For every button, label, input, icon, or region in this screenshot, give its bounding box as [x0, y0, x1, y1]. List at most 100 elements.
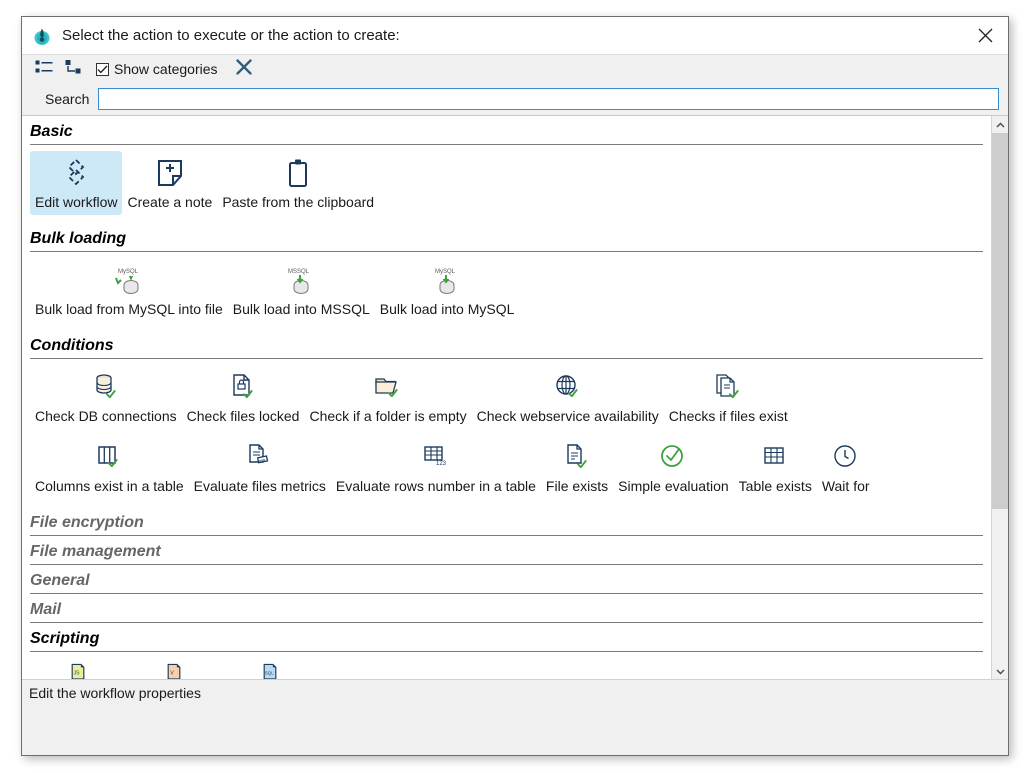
category-header[interactable]: Basic [30, 116, 983, 145]
toolbar: Show categories [22, 54, 1008, 83]
clear-x-icon [235, 58, 253, 81]
action-row: Columns exist in a table Evaluate files m… [30, 429, 991, 499]
action-item-label: Simple evaluation [618, 478, 729, 495]
paste-clipboard-icon [282, 155, 314, 191]
action-item-label: Evaluate files metrics [194, 478, 326, 495]
svg-text:MSSQL: MSSQL [288, 269, 310, 275]
app-droplet-logo-icon [31, 25, 53, 47]
category-header[interactable]: General [30, 565, 983, 594]
files-check-icon [712, 369, 744, 405]
action-item[interactable]: Check webservice availability [472, 365, 664, 429]
scrollbar-thumb[interactable] [992, 133, 1008, 509]
action-item-label: Bulk load into MSSQL [233, 301, 370, 318]
checkbox-box [96, 63, 109, 76]
action-item[interactable]: MySQL Bulk load from MySQL into file [30, 258, 228, 322]
action-item[interactable]: MSSQL Bulk load into MSSQL [228, 258, 375, 322]
actions-list-area: Basic Edit workflow Create a note Paste fro… [22, 115, 1008, 679]
close-icon [977, 27, 994, 44]
action-item-label: Columns exist in a table [35, 478, 184, 495]
dialog-title: Select the action to execute or the acti… [62, 27, 400, 44]
search-label: Search [27, 91, 89, 107]
action-item[interactable]: Paste from the clipboard [217, 151, 379, 215]
action-item[interactable]: Columns exist in a table [30, 435, 189, 499]
close-button[interactable] [962, 17, 1008, 54]
clear-search-button[interactable] [230, 57, 258, 82]
sql-script-icon[interactable]: SQL [222, 663, 318, 679]
folder-check-icon [372, 369, 404, 405]
scroll-up-button[interactable] [992, 116, 1008, 133]
action-item[interactable]: Evaluate files metrics [189, 435, 331, 499]
category-header[interactable]: File management [30, 536, 983, 565]
js-script-icon[interactable]: JS [30, 663, 126, 679]
file-check-icon [561, 439, 593, 475]
database-check-icon [90, 369, 122, 405]
action-item[interactable]: 123Evaluate rows number in a table [331, 435, 541, 499]
action-item[interactable]: MySQL Bulk load into MySQL [375, 258, 520, 322]
action-item[interactable]: Check DB connections [30, 365, 182, 429]
show-categories-checkbox[interactable]: Show categories [96, 61, 218, 77]
svg-text:SQL: SQL [265, 671, 274, 676]
action-picker-dialog: Select the action to execute or the acti… [21, 16, 1009, 756]
category-header[interactable]: Scripting [30, 623, 983, 652]
create-note-icon [154, 155, 186, 191]
check-circle-icon [657, 439, 689, 475]
action-item-label: Check if a folder is empty [309, 408, 466, 425]
category-header[interactable]: Bulk loading [30, 223, 983, 252]
mysql-bulk-import-icon: MySQL [423, 262, 471, 298]
titlebar: Select the action to execute or the acti… [22, 17, 1008, 54]
list-view-button[interactable] [29, 57, 59, 82]
action-item[interactable]: File exists [541, 435, 613, 499]
svg-text:JS: JS [74, 671, 81, 677]
chevron-up-icon [996, 116, 1005, 134]
action-row: Check DB connectionsCheck files lockedCh… [30, 359, 991, 429]
svg-text:MySQL: MySQL [118, 269, 139, 275]
table-icon [759, 439, 791, 475]
action-item[interactable]: Checks if files exist [664, 365, 793, 429]
action-row: MySQL Bulk load from MySQL into file MSSQL… [30, 252, 991, 322]
action-item[interactable]: Create a note [122, 151, 217, 215]
category-header[interactable]: File encryption [30, 507, 983, 536]
action-item[interactable]: Simple evaluation [613, 435, 734, 499]
action-item-label: Check webservice availability [477, 408, 659, 425]
action-item-label: Table exists [739, 478, 812, 495]
svg-text:MySQL: MySQL [435, 269, 456, 275]
show-categories-label: Show categories [114, 61, 218, 77]
scrollbar-track[interactable] [992, 133, 1008, 662]
vertical-scrollbar[interactable] [991, 116, 1008, 679]
action-item-label: Bulk load into MySQL [380, 301, 515, 318]
scroll-down-button[interactable] [992, 662, 1008, 679]
statusbar-text: Edit the workflow properties [29, 685, 201, 701]
columns-check-icon [93, 439, 125, 475]
action-item[interactable]: Check if a folder is empty [304, 365, 471, 429]
checkmark-icon [97, 65, 108, 74]
action-item-label: File exists [546, 478, 608, 495]
action-item[interactable]: Edit workflow [30, 151, 122, 215]
search-input[interactable] [98, 88, 999, 110]
category-header[interactable]: Mail [30, 594, 983, 623]
tree-view-icon [65, 59, 83, 80]
list-view-icon [35, 59, 53, 80]
dialog-footer [22, 705, 1008, 755]
svg-text:123: 123 [436, 461, 447, 467]
chevron-down-icon [996, 662, 1005, 680]
action-row: Edit workflow Create a note Paste from the… [30, 145, 991, 215]
action-item[interactable]: Wait for [817, 435, 875, 499]
action-item-label: Paste from the clipboard [222, 194, 374, 211]
globe-check-icon [552, 369, 584, 405]
action-item-label: Check DB connections [35, 408, 177, 425]
action-item-label: Checks if files exist [669, 408, 788, 425]
vbs-script-icon[interactable]: V [126, 663, 222, 679]
action-item[interactable]: Table exists [734, 435, 817, 499]
mssql-bulk-import-icon: MSSQL [277, 262, 325, 298]
tree-view-button[interactable] [59, 57, 89, 82]
category-header[interactable]: Conditions [30, 330, 983, 359]
section-spacer [30, 322, 991, 330]
file-lock-check-icon [227, 369, 259, 405]
action-item[interactable]: Check files locked [182, 365, 305, 429]
file-metrics-icon [244, 439, 276, 475]
clock-icon [830, 439, 862, 475]
mysql-bulk-export-icon: MySQL [104, 262, 154, 298]
section-spacer [30, 499, 991, 507]
action-item-label: Create a note [127, 194, 212, 211]
action-item-label: Bulk load from MySQL into file [35, 301, 223, 318]
